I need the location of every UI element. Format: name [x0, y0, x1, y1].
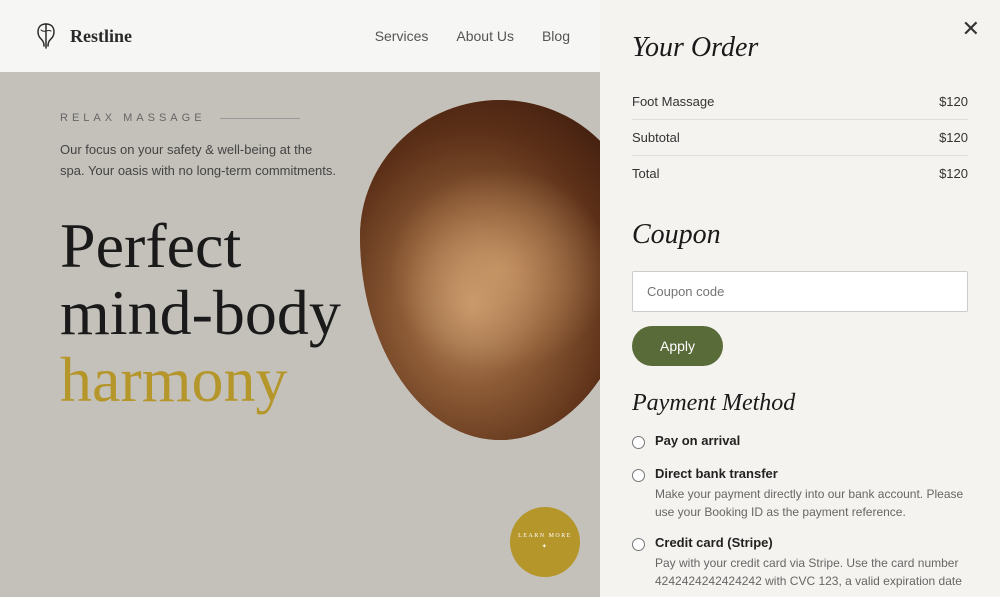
massage-image	[360, 100, 600, 440]
order-title: Your Order	[632, 32, 968, 64]
order-panel: ✕ Your Order Foot Massage $120 Subtotal …	[600, 0, 1000, 597]
nav-blog[interactable]: Blog	[542, 28, 570, 44]
payment-option-card-label: Credit card (Stripe)	[655, 535, 968, 550]
coupon-input[interactable]	[632, 271, 968, 312]
site-nav-links: Services About Us Blog	[375, 28, 570, 44]
site-navbar: Restline Services About Us Blog	[0, 0, 600, 72]
total-row: Total $120	[632, 156, 968, 192]
payment-option-bank: Direct bank transfer Make your payment d…	[632, 466, 968, 521]
nav-about[interactable]: About Us	[456, 28, 514, 44]
badge-text: LEARN MORE ✦	[518, 531, 572, 553]
order-item-row: Foot Massage $120	[632, 84, 968, 120]
payment-title: Payment Method	[632, 390, 968, 417]
payment-option-bank-content: Direct bank transfer Make your payment d…	[655, 466, 968, 521]
subtotal-value: $120	[881, 120, 968, 156]
payment-option-bank-label: Direct bank transfer	[655, 466, 968, 481]
payment-option-card-desc: Pay with your credit card via Stripe. Us…	[655, 554, 968, 590]
payment-option-arrival: Pay on arrival	[632, 433, 968, 452]
total-label: Total	[632, 156, 881, 192]
payment-option-bank-desc: Make your payment directly into our bank…	[655, 485, 968, 521]
subtotal-label: Subtotal	[632, 120, 881, 156]
logo-icon	[30, 20, 62, 52]
payment-radio-bank[interactable]	[632, 469, 645, 482]
order-table: Foot Massage $120 Subtotal $120 Total $1…	[632, 84, 968, 191]
payment-radio-arrival[interactable]	[632, 436, 645, 449]
apply-button[interactable]: Apply	[632, 326, 723, 366]
order-item-name: Foot Massage	[632, 84, 881, 120]
order-item-price: $120	[881, 84, 968, 120]
learn-more-badge[interactable]: LEARN MORE ✦	[510, 507, 580, 577]
coupon-title: Coupon	[632, 219, 968, 251]
payment-option-card: Credit card (Stripe) Pay with your credi…	[632, 535, 968, 590]
total-value: $120	[881, 156, 968, 192]
massage-visual	[360, 100, 600, 440]
background-website: Restline Services About Us Blog RELAX MA…	[0, 0, 600, 597]
payment-radio-card[interactable]	[632, 538, 645, 551]
site-logo: Restline	[30, 20, 132, 52]
payment-section: Payment Method Pay on arrival Direct ban…	[632, 390, 968, 590]
coupon-section: Coupon Apply	[632, 219, 968, 366]
nav-services[interactable]: Services	[375, 28, 429, 44]
payment-option-arrival-content: Pay on arrival	[655, 433, 968, 452]
hero-description: Our focus on your safety & well-being at…	[60, 140, 340, 182]
payment-option-card-content: Credit card (Stripe) Pay with your credi…	[655, 535, 968, 590]
close-button[interactable]: ✕	[962, 18, 980, 40]
subtotal-row: Subtotal $120	[632, 120, 968, 156]
payment-option-arrival-label: Pay on arrival	[655, 433, 968, 448]
